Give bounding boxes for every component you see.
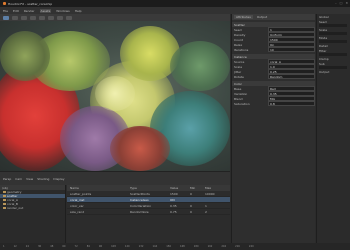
attr-row: Rotate Random [232, 73, 315, 80]
coral-render [0, 21, 230, 171]
tool-shelf [0, 14, 230, 21]
timeline-tick: 84 [86, 245, 90, 248]
folder-icon [3, 199, 6, 201]
view-persp-button[interactable]: Persp [3, 177, 11, 181]
render-icon[interactable] [66, 15, 72, 20]
camera-icon[interactable] [48, 15, 54, 20]
view-menu-button[interactable]: View [26, 177, 33, 181]
attr-row: Iterations 10 [232, 46, 315, 53]
menu-edit[interactable]: Edit [13, 9, 19, 13]
viewport[interactable] [0, 21, 230, 171]
column-header-value[interactable]: Value [170, 186, 190, 190]
timeline-tick: 204 [221, 245, 227, 248]
attr-field[interactable]: Random [268, 73, 315, 80]
attr-row: Saturation 0.8 [232, 100, 315, 107]
timeline-tick: 180 [193, 245, 199, 248]
tab-attributes[interactable]: Attributes [234, 15, 253, 19]
menu-help[interactable]: Help [75, 9, 82, 13]
timeline-tick: 240 [248, 245, 254, 248]
properties-panel: Global Seed Scale Mode Detail Filter Cla… [316, 14, 350, 243]
table-row[interactable]: size_rand RandomSize 0.75 0 2 [67, 209, 230, 215]
folder-icon [3, 195, 6, 197]
attr-field[interactable]: 10 [268, 46, 315, 53]
timeline-tick: 72 [74, 245, 78, 248]
minimize-icon[interactable]: – [335, 1, 337, 5]
menu-assets[interactable]: Assets [39, 8, 52, 13]
timeline-tick: 24 [25, 245, 29, 248]
timeline-tick: 192 [207, 245, 213, 248]
maximize-icon[interactable]: □ [340, 1, 343, 5]
timeline-tick: 60 [62, 245, 66, 248]
timeline-tick: 216 [235, 245, 240, 248]
timeline-tick: 96 [98, 245, 103, 248]
timeline-tick: 108 [111, 245, 116, 248]
display-button[interactable]: Display [53, 177, 64, 181]
timeline-tick: 168 [180, 245, 185, 248]
title-bar: Houdini FX - scatter_coral.hip – □ ✕ [0, 0, 350, 7]
folder-icon [3, 191, 6, 193]
menu-bar: File Edit Render Assets Windows Help [0, 7, 350, 14]
attribute-editor: Attributes Output Scatter Seed 1 Density U… [231, 14, 315, 243]
scene-tree-panel: /obj geometry scatter coral_A coral_B re… [0, 185, 66, 243]
attr-field[interactable]: 0.8 [268, 100, 315, 107]
timeline-tick: 156 [166, 245, 171, 248]
prop-label: Output [319, 69, 330, 74]
scale-tool-icon[interactable] [30, 15, 36, 20]
folder-icon [3, 207, 6, 209]
timeline-tick: 132 [138, 245, 144, 248]
column-header-type[interactable]: Type [130, 186, 170, 190]
column-header-min[interactable]: Min [190, 186, 205, 190]
viewport-toolbar: Persp Cam View Shading Display [0, 171, 230, 185]
timeline[interactable]: 1 12 24 36 48 60 72 84 96 108 120 132 14… [0, 243, 350, 250]
close-icon[interactable]: ✕ [345, 1, 348, 5]
app-icon [3, 2, 6, 5]
menu-render[interactable]: Render [24, 9, 35, 13]
timeline-tick: 144 [152, 245, 158, 248]
shading-button[interactable]: Shading [37, 177, 49, 181]
rotate-tool-icon[interactable] [21, 15, 27, 20]
move-tool-icon[interactable] [12, 15, 18, 20]
parameter-table: Name Type Value Min Max scatter_points Sc… [67, 185, 230, 243]
window-title: Houdini FX - scatter_coral.hip [8, 1, 53, 6]
select-tool-icon[interactable] [3, 15, 9, 20]
folder-icon [3, 203, 6, 205]
snap-icon[interactable] [39, 15, 45, 20]
tree-item[interactable]: render_out [0, 206, 65, 210]
menu-windows[interactable]: Windows [56, 9, 69, 13]
light-icon[interactable] [57, 15, 63, 20]
tab-output[interactable]: Output [257, 15, 267, 19]
timeline-tick: 12 [13, 245, 17, 248]
timeline-tick: 1 [3, 245, 5, 248]
column-header-name[interactable]: Name [67, 186, 130, 190]
column-header-max[interactable]: Max [205, 186, 220, 190]
timeline-tick: 48 [50, 245, 54, 248]
view-cam-button[interactable]: Cam [15, 177, 22, 181]
timeline-tick: 120 [124, 245, 130, 248]
timeline-tick: 36 [37, 245, 42, 248]
menu-file[interactable]: File [3, 9, 8, 13]
